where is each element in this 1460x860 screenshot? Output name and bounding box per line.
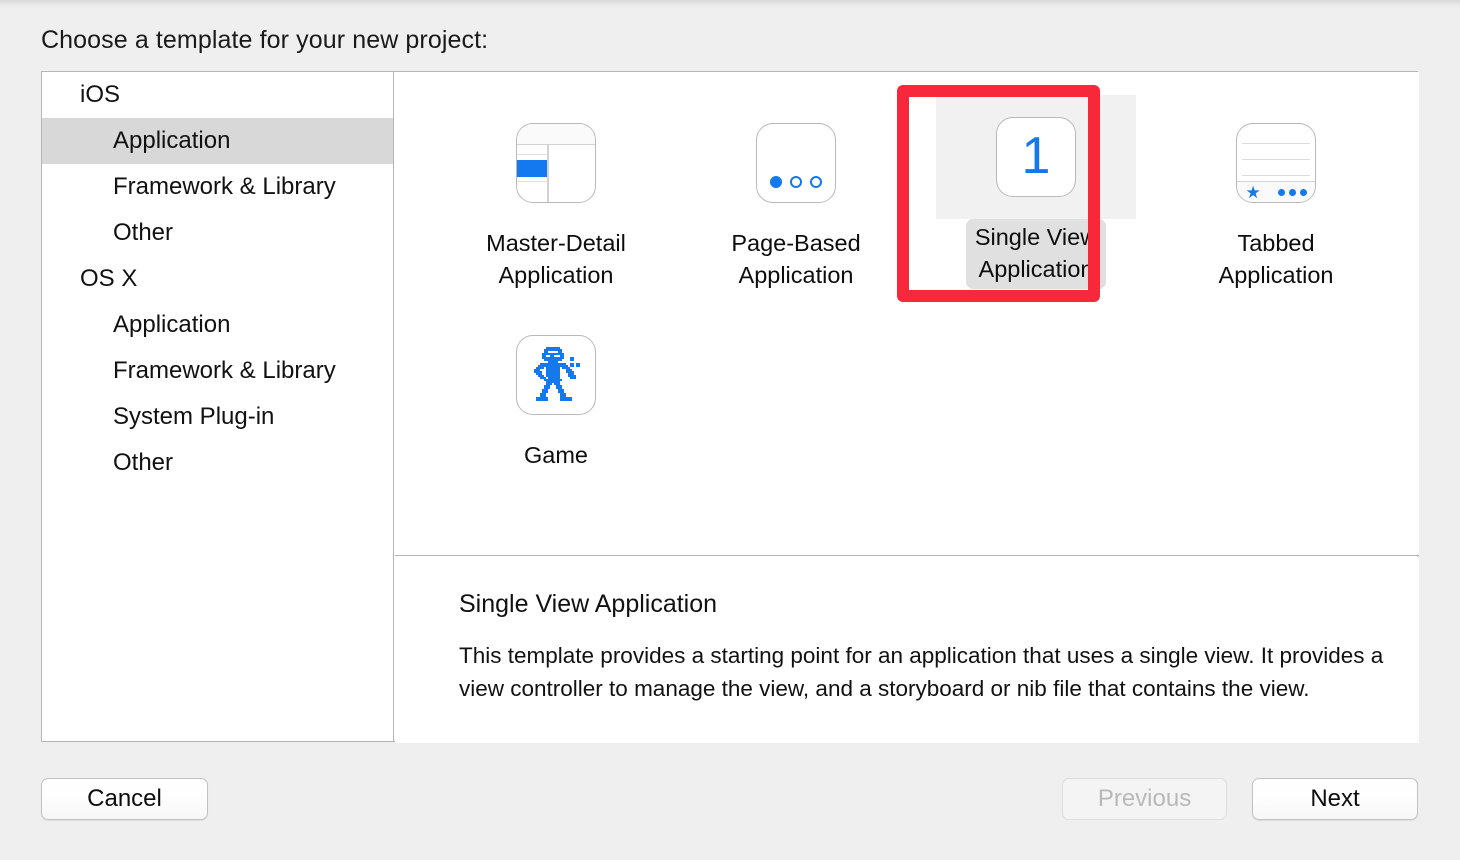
master-detail-icon xyxy=(516,123,596,203)
cancel-button[interactable]: Cancel xyxy=(41,778,208,820)
previous-button: Previous xyxy=(1062,778,1227,820)
more-dots-icon xyxy=(1278,189,1307,196)
page-based-iconwrap xyxy=(696,101,896,225)
game-robot-icon xyxy=(516,335,596,415)
master-detail-iconwrap xyxy=(456,101,656,225)
sidebar-item-osx-system-plugin[interactable]: System Plug-in xyxy=(42,394,393,440)
sidebar-item-osx-application[interactable]: Application xyxy=(42,302,393,348)
description-title: Single View Application xyxy=(459,590,717,619)
template-description-pane: Single View Application This template pr… xyxy=(395,557,1419,743)
page-title: Choose a template for your new project: xyxy=(41,26,488,55)
single-view-icon: 1 xyxy=(996,117,1076,197)
window-title-strip xyxy=(0,0,1460,8)
template-label: Single View Application xyxy=(966,219,1106,289)
template-label: Master-Detail Application xyxy=(477,225,635,295)
sidebar-item-osx-other[interactable]: Other xyxy=(42,440,393,486)
template-label: Game xyxy=(515,437,597,475)
tabbed-icon: ★ xyxy=(1236,123,1316,203)
template-label: Page-Based Application xyxy=(722,225,869,295)
next-button[interactable]: Next xyxy=(1252,778,1418,820)
sidebar-item-ios-other[interactable]: Other xyxy=(42,210,393,256)
game-iconwrap xyxy=(456,313,656,437)
platform-category-sidebar[interactable]: iOS Application Framework & Library Othe… xyxy=(42,72,394,741)
template-label: Tabbed Application xyxy=(1210,225,1343,295)
sidebar-item-osx-framework-library[interactable]: Framework & Library xyxy=(42,348,393,394)
robot-sprite xyxy=(528,345,584,405)
template-tabbed-application[interactable]: ★ Tabbed Application xyxy=(1176,101,1376,295)
new-project-template-dialog: Choose a template for your new project: … xyxy=(0,8,1460,860)
template-chooser-panel: iOS Application Framework & Library Othe… xyxy=(41,71,1418,742)
description-body: This template provides a starting point … xyxy=(459,639,1434,705)
star-icon: ★ xyxy=(1245,184,1260,201)
tabbed-iconwrap: ★ xyxy=(1176,101,1376,225)
template-master-detail-application[interactable]: Master-Detail Application xyxy=(456,101,656,295)
template-single-view-application[interactable]: 1 Single View Application xyxy=(936,95,1136,289)
sidebar-item-ios-application[interactable]: Application xyxy=(42,118,393,164)
page-based-icon xyxy=(756,123,836,203)
template-grid: Master-Detail Application Page-Based App… xyxy=(395,72,1419,556)
template-game[interactable]: Game xyxy=(456,313,656,475)
sidebar-item-ios-framework-library[interactable]: Framework & Library xyxy=(42,164,393,210)
template-page-based-application[interactable]: Page-Based Application xyxy=(696,101,896,295)
single-view-iconwrap: 1 xyxy=(936,95,1136,219)
sidebar-item-osx[interactable]: OS X xyxy=(42,256,393,302)
single-view-digit: 1 xyxy=(997,118,1075,196)
sidebar-item-ios[interactable]: iOS xyxy=(42,72,393,118)
